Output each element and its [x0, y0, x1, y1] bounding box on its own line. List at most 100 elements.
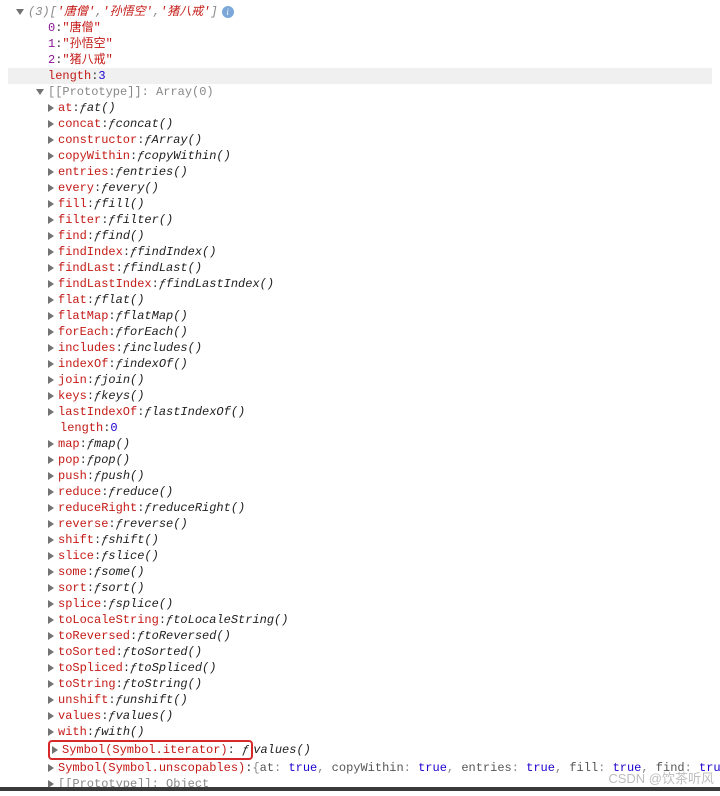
proto-method[interactable]: lastIndexOf: ƒ lastIndexOf()	[8, 404, 712, 420]
expand-icon[interactable]	[48, 344, 54, 352]
expand-icon[interactable]	[48, 136, 54, 144]
expand-icon[interactable]	[48, 120, 54, 128]
symbol-iterator-row[interactable]: Symbol(Symbol.iterator): ƒ values()	[8, 740, 712, 760]
proto-method[interactable]: entries: ƒ entries()	[8, 164, 712, 180]
proto-method[interactable]: reduceRight: ƒ reduceRight()	[8, 500, 712, 516]
expand-icon[interactable]	[48, 200, 54, 208]
array-summary[interactable]: (3) ['唐僧', '孙悟空', '猪八戒']i	[8, 4, 712, 20]
proto-method[interactable]: at: ƒ at()	[8, 100, 712, 116]
expand-icon[interactable]	[48, 728, 54, 736]
proto-method[interactable]: slice: ƒ slice()	[8, 548, 712, 564]
method-sig: includes()	[130, 340, 202, 356]
expand-icon[interactable]	[48, 584, 54, 592]
proto-method[interactable]: every: ƒ every()	[8, 180, 712, 196]
proto-method[interactable]: fill: ƒ fill()	[8, 196, 712, 212]
length-row[interactable]: length: 3	[8, 68, 712, 84]
expand-icon[interactable]	[16, 9, 24, 15]
proto-method[interactable]: join: ƒ join()	[8, 372, 712, 388]
proto-method[interactable]: constructor: ƒ Array()	[8, 132, 712, 148]
proto-method[interactable]: some: ƒ some()	[8, 564, 712, 580]
proto-method[interactable]: toSorted: ƒ toSorted()	[8, 644, 712, 660]
expand-icon[interactable]	[48, 764, 54, 772]
proto-method[interactable]: concat: ƒ concat()	[8, 116, 712, 132]
expand-icon[interactable]	[48, 392, 54, 400]
proto-method[interactable]: reduce: ƒ reduce()	[8, 484, 712, 500]
info-icon[interactable]: i	[222, 6, 234, 18]
expand-icon[interactable]	[48, 568, 54, 576]
array-item[interactable]: 2: "猪八戒"	[8, 52, 712, 68]
proto-method[interactable]: toLocaleString: ƒ toLocaleString()	[8, 612, 712, 628]
expand-icon[interactable]	[48, 376, 54, 384]
expand-icon[interactable]	[48, 184, 54, 192]
index-key: 0	[48, 20, 55, 36]
proto-method[interactable]: values: ƒ values()	[8, 708, 712, 724]
expand-icon[interactable]	[48, 696, 54, 704]
method-name: reduce	[58, 484, 101, 500]
expand-icon[interactable]	[48, 456, 54, 464]
proto-length-row[interactable]: length: 0	[8, 420, 712, 436]
expand-icon[interactable]	[48, 600, 54, 608]
expand-icon[interactable]	[48, 616, 54, 624]
expand-icon[interactable]	[48, 264, 54, 272]
expand-icon[interactable]	[48, 360, 54, 368]
proto-method[interactable]: findLastIndex: ƒ findLastIndex()	[8, 276, 712, 292]
expand-icon[interactable]	[48, 408, 54, 416]
symbol-unscopables-row[interactable]: Symbol(Symbol.unscopables): {at: true, c…	[8, 760, 712, 776]
expand-icon[interactable]	[48, 168, 54, 176]
function-glyph: ƒ	[116, 308, 123, 324]
expand-icon[interactable]	[48, 152, 54, 160]
expand-icon[interactable]	[48, 232, 54, 240]
array-item[interactable]: 1: "孙悟空"	[8, 36, 712, 52]
function-glyph: ƒ	[123, 340, 130, 356]
proto-method[interactable]: shift: ƒ shift()	[8, 532, 712, 548]
expand-icon[interactable]	[48, 680, 54, 688]
expand-icon[interactable]	[48, 552, 54, 560]
proto-method[interactable]: find: ƒ find()	[8, 228, 712, 244]
expand-icon[interactable]	[48, 248, 54, 256]
method-name: map	[58, 436, 80, 452]
method-sig: toLocaleString()	[173, 612, 288, 628]
proto-method[interactable]: filter: ƒ filter()	[8, 212, 712, 228]
expand-icon[interactable]	[48, 712, 54, 720]
expand-icon[interactable]	[48, 632, 54, 640]
proto-method[interactable]: splice: ƒ splice()	[8, 596, 712, 612]
expand-icon[interactable]	[48, 536, 54, 544]
proto-method[interactable]: toSpliced: ƒ toSpliced()	[8, 660, 712, 676]
proto-method[interactable]: findIndex: ƒ findIndex()	[8, 244, 712, 260]
expand-icon[interactable]	[48, 312, 54, 320]
expand-icon[interactable]	[48, 440, 54, 448]
array-item[interactable]: 0: "唐僧"	[8, 20, 712, 36]
proto-method[interactable]: with: ƒ with()	[8, 724, 712, 740]
expand-icon[interactable]	[48, 504, 54, 512]
proto-method[interactable]: flatMap: ƒ flatMap()	[8, 308, 712, 324]
proto-method[interactable]: findLast: ƒ findLast()	[8, 260, 712, 276]
function-glyph: ƒ	[123, 260, 130, 276]
expand-icon[interactable]	[48, 296, 54, 304]
proto-method[interactable]: toString: ƒ toString()	[8, 676, 712, 692]
expand-icon[interactable]	[48, 216, 54, 224]
expand-icon[interactable]	[48, 664, 54, 672]
expand-icon[interactable]	[48, 280, 54, 288]
expand-icon[interactable]	[48, 648, 54, 656]
proto-method[interactable]: flat: ƒ flat()	[8, 292, 712, 308]
expand-icon[interactable]	[48, 488, 54, 496]
expand-icon[interactable]	[48, 520, 54, 528]
proto-method[interactable]: keys: ƒ keys()	[8, 388, 712, 404]
proto-method[interactable]: includes: ƒ includes()	[8, 340, 712, 356]
expand-icon[interactable]	[36, 89, 44, 95]
proto-method[interactable]: pop: ƒ pop()	[8, 452, 712, 468]
expand-icon[interactable]	[52, 746, 58, 754]
proto-method[interactable]: sort: ƒ sort()	[8, 580, 712, 596]
proto-method[interactable]: indexOf: ƒ indexOf()	[8, 356, 712, 372]
proto-method[interactable]: push: ƒ push()	[8, 468, 712, 484]
proto-method[interactable]: reverse: ƒ reverse()	[8, 516, 712, 532]
expand-icon[interactable]	[48, 328, 54, 336]
prototype-header[interactable]: [[Prototype]]: Array(0)	[8, 84, 712, 100]
proto-method[interactable]: copyWithin: ƒ copyWithin()	[8, 148, 712, 164]
proto-method[interactable]: map: ƒ map()	[8, 436, 712, 452]
proto-method[interactable]: unshift: ƒ unshift()	[8, 692, 712, 708]
proto-method[interactable]: toReversed: ƒ toReversed()	[8, 628, 712, 644]
proto-method[interactable]: forEach: ƒ forEach()	[8, 324, 712, 340]
expand-icon[interactable]	[48, 472, 54, 480]
expand-icon[interactable]	[48, 104, 54, 112]
